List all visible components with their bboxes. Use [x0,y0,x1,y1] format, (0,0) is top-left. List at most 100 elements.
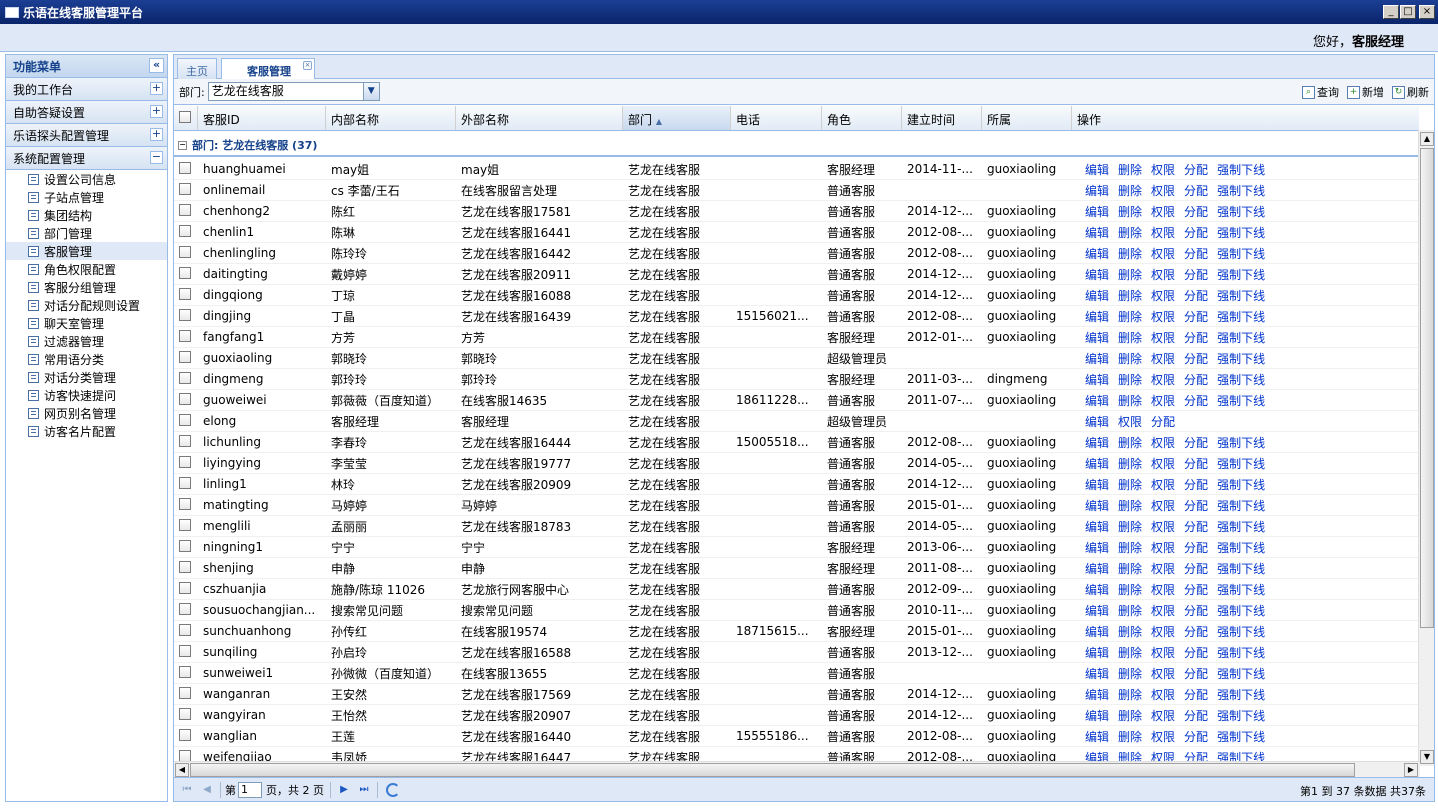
column-internal-name[interactable]: 内部名称 [326,106,456,130]
tab-home[interactable]: 主页 [177,58,217,79]
table-row[interactable]: wangyiran 王怡然 艺龙在线客服20907 艺龙在线客服 普通客服 2014-12… [174,705,1419,726]
row-action-link[interactable]: 权限 [1151,266,1175,283]
row-action-link[interactable]: 删除 [1118,560,1142,577]
sidebar-item[interactable]: 网页别名管理 [6,404,167,422]
prev-page-icon[interactable]: ◀ [200,783,214,797]
row-action-link[interactable]: 删除 [1118,581,1142,598]
table-row[interactable]: linling1 林玲 艺龙在线客服20909 艺龙在线客服 普通客服 2014-12-.… [174,474,1419,495]
row-checkbox[interactable] [174,350,198,366]
row-action-link[interactable]: 权限 [1151,539,1175,556]
row-action-link[interactable]: 权限 [1151,245,1175,262]
horizontal-scroll-thumb[interactable] [190,763,1355,777]
row-checkbox[interactable] [174,560,198,576]
row-action-link[interactable]: 编辑 [1085,518,1109,535]
row-action-link[interactable]: 编辑 [1085,560,1109,577]
row-action-link[interactable]: 编辑 [1085,455,1109,472]
row-action-link[interactable]: 权限 [1151,686,1175,703]
table-row[interactable]: shenjing 申静 申静 艺龙在线客服 客服经理 2011-08-... guoxiao… [174,558,1419,579]
row-checkbox[interactable] [174,707,198,723]
row-action-link[interactable]: 权限 [1151,287,1175,304]
sidebar-item[interactable]: 对话分类管理 [6,368,167,386]
row-action-link[interactable]: 分配 [1184,476,1208,493]
maximize-button[interactable]: □ [1400,5,1416,19]
row-action-link[interactable]: 强制下线 [1217,602,1265,619]
sidebar-item[interactable]: 对话分配规则设置 [6,296,167,314]
table-row[interactable]: lichunling 李春玲 艺龙在线客服16444 艺龙在线客服 15005518..… [174,432,1419,453]
row-action-link[interactable]: 强制下线 [1217,350,1265,367]
row-checkbox[interactable] [174,455,198,471]
row-action-link[interactable]: 删除 [1118,371,1142,388]
table-row[interactable]: guoxiaoling 郭晓玲 郭晓玲 艺龙在线客服 超级管理员 编辑 删除 权限 分配 强制下线 [174,348,1419,369]
row-checkbox[interactable] [174,497,198,513]
row-action-link[interactable]: 编辑 [1085,392,1109,409]
row-action-link[interactable]: 强制下线 [1217,308,1265,325]
row-checkbox[interactable] [174,581,198,597]
row-action-link[interactable]: 强制下线 [1217,371,1265,388]
row-action-link[interactable]: 分配 [1184,308,1208,325]
table-row[interactable]: fangfang1 方芳 方芳 艺龙在线客服 客服经理 2012-01-... guoxia… [174,327,1419,348]
row-checkbox[interactable] [174,434,198,450]
row-action-link[interactable]: 删除 [1118,350,1142,367]
row-action-link[interactable]: 权限 [1151,518,1175,535]
row-action-link[interactable]: 编辑 [1085,497,1109,514]
column-role[interactable]: 角色 [822,106,902,130]
table-row[interactable]: dingjing 丁晶 艺龙在线客服16439 艺龙在线客服 15156021... 普通… [174,306,1419,327]
collapse-icon[interactable]: − [150,151,163,164]
row-action-link[interactable]: 分配 [1184,728,1208,745]
row-action-link[interactable]: 权限 [1151,581,1175,598]
row-action-link[interactable]: 分配 [1184,602,1208,619]
sidebar-item[interactable]: 客服管理 [6,242,167,260]
row-action-link[interactable]: 强制下线 [1217,539,1265,556]
row-action-link[interactable]: 强制下线 [1217,224,1265,241]
refresh-button[interactable]: ↻ 刷新 [1392,84,1429,100]
row-action-link[interactable]: 强制下线 [1217,266,1265,283]
close-button[interactable]: × [1419,5,1435,19]
row-action-link[interactable]: 分配 [1184,539,1208,556]
row-action-link[interactable]: 强制下线 [1217,560,1265,577]
row-checkbox[interactable] [174,182,198,198]
expand-icon[interactable]: + [150,105,163,118]
row-action-link[interactable]: 强制下线 [1217,287,1265,304]
row-action-link[interactable]: 删除 [1118,266,1142,283]
table-row[interactable]: menglili 孟丽丽 艺龙在线客服18783 艺龙在线客服 普通客服 2014-05-… [174,516,1419,537]
row-action-link[interactable]: 编辑 [1085,686,1109,703]
row-checkbox[interactable] [174,161,198,177]
row-action-link[interactable]: 强制下线 [1217,581,1265,598]
row-checkbox[interactable] [174,728,198,744]
table-row[interactable]: ningning1 宁宁 宁宁 艺龙在线客服 客服经理 2013-06-... guoxia… [174,537,1419,558]
table-row[interactable]: elong 客服经理 客服经理 艺龙在线客服 超级管理员 编辑 权限 分配 [174,411,1419,432]
table-row[interactable]: cszhuanjia 施静/陈琼 11026 艺龙旅行网客服中心 艺龙在线客服 普通客服… [174,579,1419,600]
row-action-link[interactable]: 删除 [1118,602,1142,619]
row-action-link[interactable]: 强制下线 [1217,245,1265,262]
row-action-link[interactable]: 编辑 [1085,350,1109,367]
row-action-link[interactable]: 权限 [1151,497,1175,514]
group-header[interactable]: − 部门: 艺龙在线客服 (37) [174,135,1419,157]
next-page-icon[interactable]: ▶ [337,783,351,797]
row-action-link[interactable]: 权限 [1151,224,1175,241]
table-row[interactable]: sunchuanhong 孙传红 在线客服19574 艺龙在线客服 18715615..… [174,621,1419,642]
row-action-link[interactable]: 编辑 [1085,329,1109,346]
first-page-icon[interactable]: ⏮ [180,783,194,797]
row-action-link[interactable]: 强制下线 [1217,623,1265,640]
minimize-button[interactable]: _ [1383,5,1399,19]
row-action-link[interactable]: 编辑 [1085,287,1109,304]
last-page-icon[interactable]: ⏭ [357,783,371,797]
row-checkbox[interactable] [174,665,198,681]
table-row[interactable]: liyingying 李莹莹 艺龙在线客服19777 艺龙在线客服 普通客服 2014-0… [174,453,1419,474]
row-action-link[interactable]: 编辑 [1085,245,1109,262]
row-action-link[interactable]: 强制下线 [1217,644,1265,661]
row-action-link[interactable]: 编辑 [1085,266,1109,283]
row-action-link[interactable]: 编辑 [1085,182,1109,199]
row-action-link[interactable]: 强制下线 [1217,707,1265,724]
row-action-link[interactable]: 分配 [1184,287,1208,304]
row-action-link[interactable]: 分配 [1184,245,1208,262]
row-action-link[interactable]: 权限 [1151,644,1175,661]
row-action-link[interactable]: 分配 [1184,707,1208,724]
column-owner[interactable]: 所属 [982,106,1072,130]
row-checkbox[interactable] [174,266,198,282]
row-action-link[interactable]: 删除 [1118,476,1142,493]
sidebar-item[interactable]: 集团结构 [6,206,167,224]
sidebar-section-workbench[interactable]: 我的工作台 + [6,78,167,101]
row-action-link[interactable]: 删除 [1118,665,1142,682]
row-action-link[interactable]: 编辑 [1085,224,1109,241]
